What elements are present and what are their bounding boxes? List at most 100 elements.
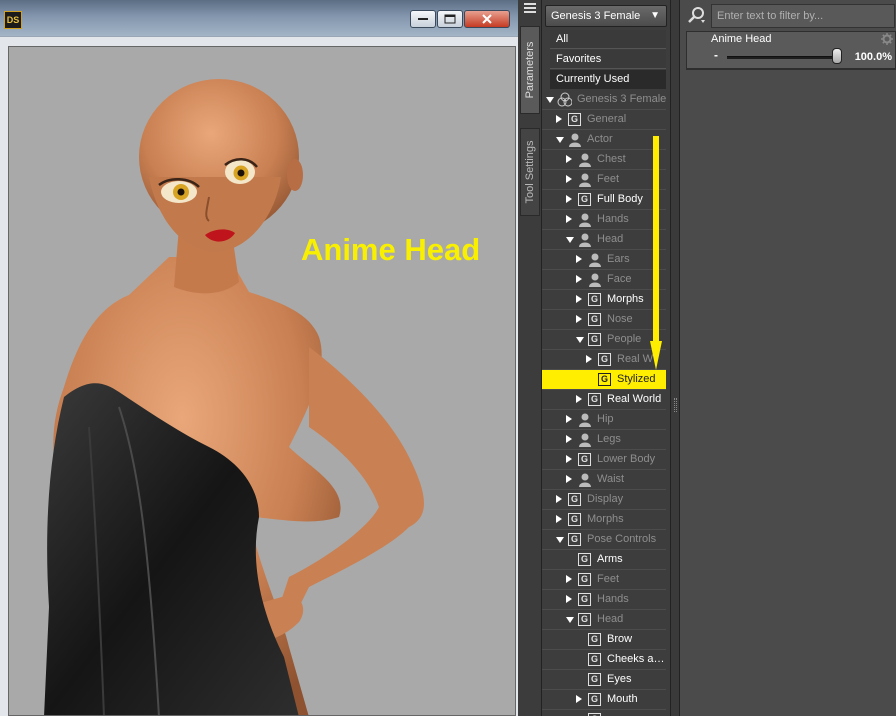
expand-right-icon[interactable] (566, 435, 572, 443)
tree-row[interactable]: G Pose Controls (542, 530, 666, 550)
expand-down-icon[interactable] (546, 97, 554, 103)
group-icon: G (588, 693, 601, 706)
tree-row[interactable]: Legs (542, 430, 666, 450)
chevron-down-icon: ▼ (650, 10, 660, 21)
person-icon (579, 153, 591, 167)
tab-tool-settings[interactable]: Tool Settings (520, 128, 540, 216)
filter-favorites[interactable]: Favorites (550, 50, 666, 69)
tree-row-label: Genesis 3 Female (577, 93, 667, 105)
splitter-grip-icon[interactable] (674, 398, 677, 412)
tree-row[interactable]: G Eyes (542, 670, 666, 690)
tree-row-label: Full Body (597, 193, 643, 205)
group-icon: G (568, 493, 581, 506)
tree-row[interactable]: G People (542, 330, 666, 350)
slider-track[interactable] (727, 56, 837, 59)
expand-right-icon[interactable] (576, 295, 582, 303)
minimize-button[interactable] (410, 10, 436, 28)
tree-row[interactable]: G Feet (542, 570, 666, 590)
expand-right-icon[interactable] (556, 515, 562, 523)
tree-row[interactable]: G Stylized (542, 370, 666, 390)
expand-right-icon[interactable] (566, 175, 572, 183)
panel-splitter[interactable] (670, 0, 680, 716)
tree-row[interactable]: Feet (542, 170, 666, 190)
expand-right-icon[interactable] (576, 395, 582, 403)
tree-row[interactable]: Head (542, 230, 666, 250)
tree-row[interactable]: G Full Body (542, 190, 666, 210)
group-icon: G (568, 113, 581, 126)
tree-row-label: Hands (597, 213, 629, 225)
gear-icon[interactable] (881, 33, 893, 45)
filter-all[interactable]: All (550, 30, 666, 49)
expand-right-icon[interactable] (576, 695, 582, 703)
tree-row[interactable]: G Head (542, 610, 666, 630)
expand-right-icon[interactable] (566, 155, 572, 163)
param-value[interactable]: 100.0% (855, 51, 892, 63)
expand-right-icon[interactable] (586, 355, 592, 363)
tree-row[interactable]: G Brow (542, 630, 666, 650)
tree-row[interactable]: G Nose (542, 310, 666, 330)
group-icon: G (588, 393, 601, 406)
expand-right-icon[interactable] (566, 215, 572, 223)
tree-row[interactable]: G Morphs (542, 290, 666, 310)
expand-right-icon[interactable] (566, 595, 572, 603)
tree-row[interactable]: Ears (542, 250, 666, 270)
decrement-button[interactable]: - (714, 48, 718, 62)
close-button[interactable] (464, 10, 510, 28)
group-icon: G (588, 293, 601, 306)
pane-menu-icon[interactable] (524, 2, 536, 14)
tree-row[interactable]: G Display (542, 490, 666, 510)
search-icon[interactable] (688, 6, 706, 24)
tree-row[interactable]: G (542, 710, 666, 716)
tree-row[interactable]: G Arms (542, 550, 666, 570)
tree-row[interactable]: G Real W (542, 350, 666, 370)
expand-right-icon[interactable] (576, 255, 582, 263)
expand-right-icon[interactable] (556, 115, 562, 123)
filter-currently-used[interactable]: Currently Used (550, 70, 666, 89)
tree-row[interactable]: Face (542, 270, 666, 290)
group-icon: G (598, 373, 611, 386)
expand-down-icon[interactable] (556, 137, 564, 143)
tree-row[interactable]: G Morphs (542, 510, 666, 530)
expand-right-icon[interactable] (556, 495, 562, 503)
figure-select-dropdown[interactable]: Genesis 3 Female ▼ (545, 5, 667, 27)
tree-row[interactable]: Hands (542, 210, 666, 230)
tree-row[interactable]: Chest (542, 150, 666, 170)
expand-down-icon[interactable] (556, 537, 564, 543)
expand-down-icon[interactable] (566, 237, 574, 243)
tree-row[interactable]: G General (542, 110, 666, 130)
render-viewport[interactable]: Anime Head (8, 46, 516, 716)
slider-thumb[interactable] (832, 48, 842, 64)
tree-row[interactable]: Waist (542, 470, 666, 490)
tree-row[interactable]: G Mouth (542, 690, 666, 710)
tree-row[interactable]: G Hands (542, 590, 666, 610)
expand-right-icon[interactable] (576, 275, 582, 283)
tree-row[interactable]: Genesis 3 Female (542, 90, 666, 110)
tree-row[interactable]: G Lower Body (542, 450, 666, 470)
tree-row[interactable]: Hip (542, 410, 666, 430)
param-name: Anime Head (711, 33, 772, 45)
expand-down-icon[interactable] (566, 617, 574, 623)
tab-parameters[interactable]: Parameters (520, 26, 540, 114)
app-logo: DS (4, 11, 22, 29)
group-icon: G (578, 193, 591, 206)
tree-row[interactable]: Actor (542, 130, 666, 150)
expand-right-icon[interactable] (566, 575, 572, 583)
group-icon: G (578, 573, 591, 586)
expand-right-icon[interactable] (566, 415, 572, 423)
character-render (44, 79, 424, 715)
window-titlebar[interactable]: DS (0, 0, 518, 36)
filter-input[interactable] (711, 4, 895, 28)
param-slider-row[interactable]: Anime Head - 100.0% (686, 31, 896, 69)
tree-row-label: Real World (607, 393, 662, 405)
expand-right-icon[interactable] (566, 455, 572, 463)
tree-row-label: General (587, 113, 627, 125)
expand-right-icon[interactable] (566, 475, 572, 483)
group-icon: G (578, 613, 591, 626)
maximize-button[interactable] (437, 10, 463, 28)
expand-down-icon[interactable] (576, 337, 584, 343)
tree-row[interactable]: G Cheeks a… (542, 650, 666, 670)
expand-right-icon[interactable] (566, 195, 572, 203)
expand-right-icon[interactable] (576, 315, 582, 323)
tree-row[interactable]: G Real World (542, 390, 666, 410)
tree-row-label: Head (597, 613, 624, 625)
